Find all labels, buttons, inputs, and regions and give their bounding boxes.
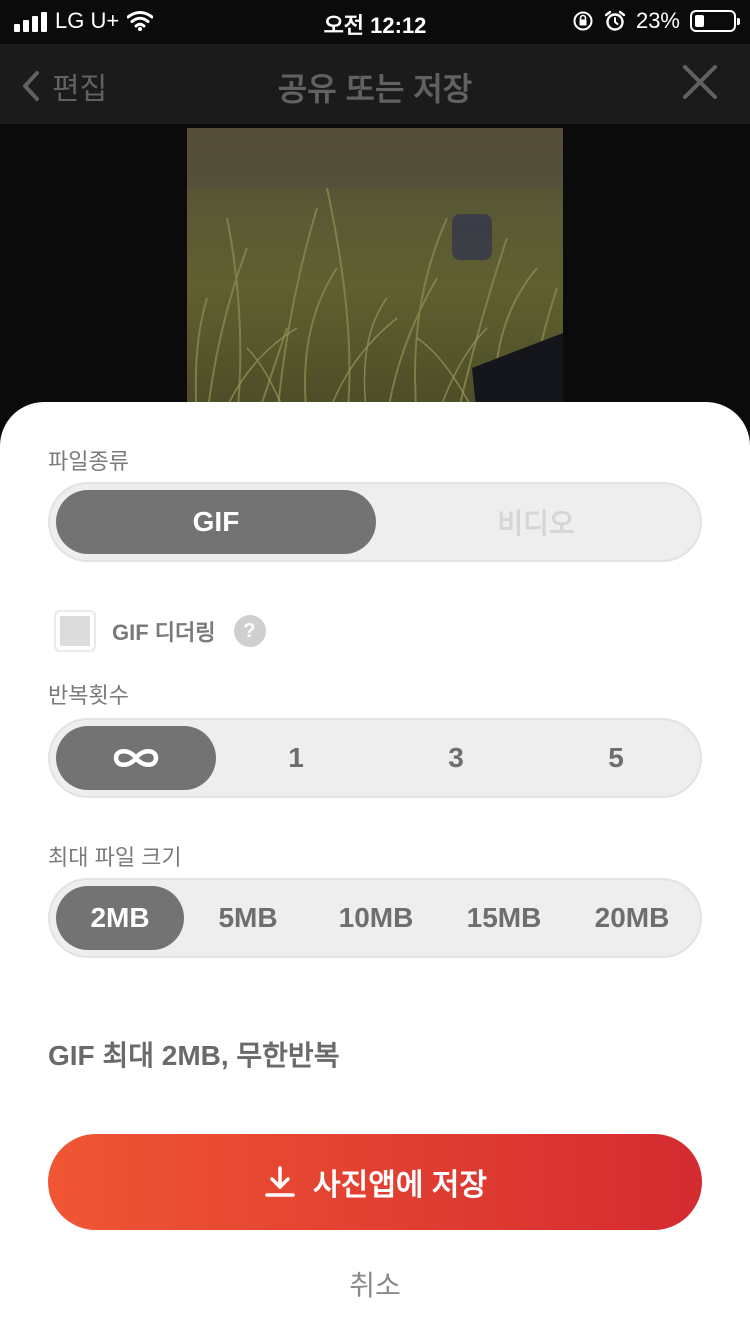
export-summary: GIF 최대 2MB, 무한반복 — [48, 1040, 340, 1071]
file-type-video[interactable]: 비디오 — [376, 490, 696, 554]
loop-count-selector: 1 3 5 — [48, 718, 702, 798]
cancel-button[interactable]: 취소 — [0, 1264, 750, 1304]
dither-row: GIF 디더링 ? — [54, 610, 266, 652]
orientation-lock-icon — [573, 11, 593, 31]
status-right: 23% — [572, 8, 740, 34]
battery-icon — [690, 10, 740, 32]
size-option-5mb[interactable]: 5MB — [184, 886, 312, 950]
max-size-selector: 2MB 5MB 10MB 15MB 20MB — [48, 878, 702, 958]
file-type-gif[interactable]: GIF — [56, 490, 376, 554]
alarm-icon — [604, 10, 626, 31]
download-icon — [265, 1166, 295, 1197]
nav-bar: 편집 공유 또는 저장 — [0, 44, 750, 124]
loop-count-label: 반복횟수 — [48, 683, 129, 708]
close-icon[interactable] — [680, 62, 720, 102]
dither-label: GIF 디더링 — [112, 620, 216, 645]
preview-grass-image — [187, 128, 563, 418]
infinity-icon — [113, 749, 159, 767]
dither-checkbox[interactable] — [54, 610, 96, 652]
max-size-label: 최대 파일 크기 — [48, 845, 182, 870]
status-bar: LG U+ 오전 12:12 23% — [0, 0, 750, 44]
loop-option-3[interactable]: 3 — [376, 726, 536, 790]
file-type-selector: GIF 비디오 — [48, 482, 702, 562]
file-type-label: 파일종류 — [48, 449, 129, 474]
preview-image — [187, 128, 563, 418]
export-sheet: 파일종류 GIF 비디오 GIF 디더링 ? 반복횟수 1 3 5 최대 파일 … — [0, 402, 750, 1334]
page-title: 공유 또는 저장 — [277, 71, 473, 107]
size-option-2mb[interactable]: 2MB — [56, 886, 184, 950]
size-option-20mb[interactable]: 20MB — [568, 886, 696, 950]
size-option-10mb[interactable]: 10MB — [312, 886, 440, 950]
save-button-label: 사진앱에 저장 — [313, 1169, 487, 1202]
save-to-photos-button[interactable]: 사진앱에 저장 — [48, 1134, 702, 1230]
loop-option-infinite[interactable] — [56, 726, 216, 790]
loop-option-1[interactable]: 1 — [216, 726, 376, 790]
size-option-15mb[interactable]: 15MB — [440, 886, 568, 950]
help-icon[interactable]: ? — [233, 615, 266, 647]
loop-option-5[interactable]: 5 — [536, 726, 696, 790]
battery-percent: 23% — [635, 8, 680, 33]
